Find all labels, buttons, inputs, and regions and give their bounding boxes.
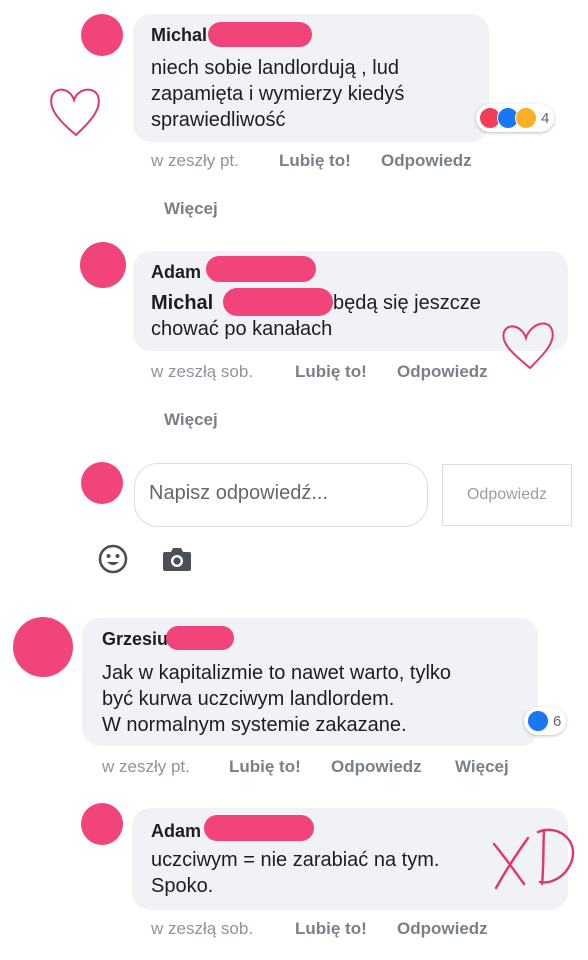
emoji-icon[interactable] — [97, 543, 129, 575]
like-button[interactable]: Lubię to! — [295, 919, 367, 939]
like-button[interactable]: Lubię to! — [229, 757, 301, 777]
heart-doodle-icon — [502, 322, 554, 370]
comment-author[interactable]: Grzesiu — [102, 629, 168, 650]
comment-author[interactable]: Adam — [151, 262, 201, 283]
redaction-mark — [208, 22, 312, 47]
heart-doodle-icon — [50, 88, 100, 137]
comment-text-line: chować po kanałach — [151, 318, 333, 340]
comment-timestamp[interactable]: w zeszłą sob. — [151, 919, 253, 939]
redaction-mark — [223, 288, 333, 316]
reply-button[interactable]: Odpowiedz — [397, 362, 488, 382]
comment-text-line: zapamięta i wymierzy kiedyś — [151, 83, 405, 105]
reply-button[interactable]: Odpowiedz — [331, 757, 422, 777]
haha-reaction-icon — [515, 107, 537, 129]
comment-author[interactable]: Adam — [151, 821, 201, 842]
redaction-mark — [206, 256, 316, 282]
comment-author[interactable]: Michal — [151, 25, 207, 46]
more-replies-link[interactable]: Więcej — [164, 410, 218, 430]
reaction-count: 6 — [553, 712, 562, 730]
reply-button[interactable]: Odpowiedz — [397, 919, 488, 939]
avatar[interactable] — [81, 803, 123, 845]
camera-icon[interactable] — [161, 545, 193, 573]
like-button[interactable]: Lubię to! — [279, 151, 351, 171]
reply-submit-button[interactable]: Odpowiedz — [442, 464, 572, 526]
comment-text-line: być kurwa uczciwym landlordem. — [102, 688, 395, 710]
avatar[interactable] — [80, 242, 126, 288]
mention-link[interactable]: Michal — [151, 290, 213, 316]
comment-timestamp[interactable]: w zeszły pt. — [102, 757, 190, 777]
reaction-count: 4 — [541, 109, 550, 127]
more-replies-link[interactable]: Więcej — [164, 199, 218, 219]
like-reaction-icon — [527, 710, 549, 732]
comment-timestamp[interactable]: w zeszłą sob. — [151, 362, 253, 382]
comment-text-line: będą się jeszcze — [333, 292, 481, 314]
comment-text-line: Spoko. — [151, 875, 214, 897]
comment-text-line: Jak w kapitalizmie to nawet warto, tylko — [102, 662, 452, 684]
reply-input-placeholder: Napisz odpowiedź... — [149, 482, 328, 504]
redaction-mark — [204, 815, 314, 841]
like-button[interactable]: Lubię to! — [295, 362, 367, 382]
avatar[interactable] — [81, 14, 123, 56]
comment-text-line: sprawiedliwość — [151, 109, 286, 131]
reaction-summary[interactable]: 4 — [476, 104, 555, 132]
comment-timestamp[interactable]: w zeszły pt. — [151, 151, 239, 171]
xd-handwriting-annotation — [492, 828, 575, 890]
avatar[interactable] — [13, 617, 73, 677]
more-button[interactable]: Więcej — [455, 757, 509, 777]
comment-text-line: W normalnym systemie zakazane. — [102, 714, 407, 736]
redaction-mark — [166, 626, 234, 650]
reaction-summary[interactable]: 6 — [524, 707, 567, 735]
avatar — [81, 462, 123, 504]
comment-text-line: niech sobie landlordują , lud — [151, 57, 399, 79]
reply-button[interactable]: Odpowiedz — [381, 151, 472, 171]
comment-text-line: uczciwym = nie zarabiać na tym. — [151, 849, 440, 871]
